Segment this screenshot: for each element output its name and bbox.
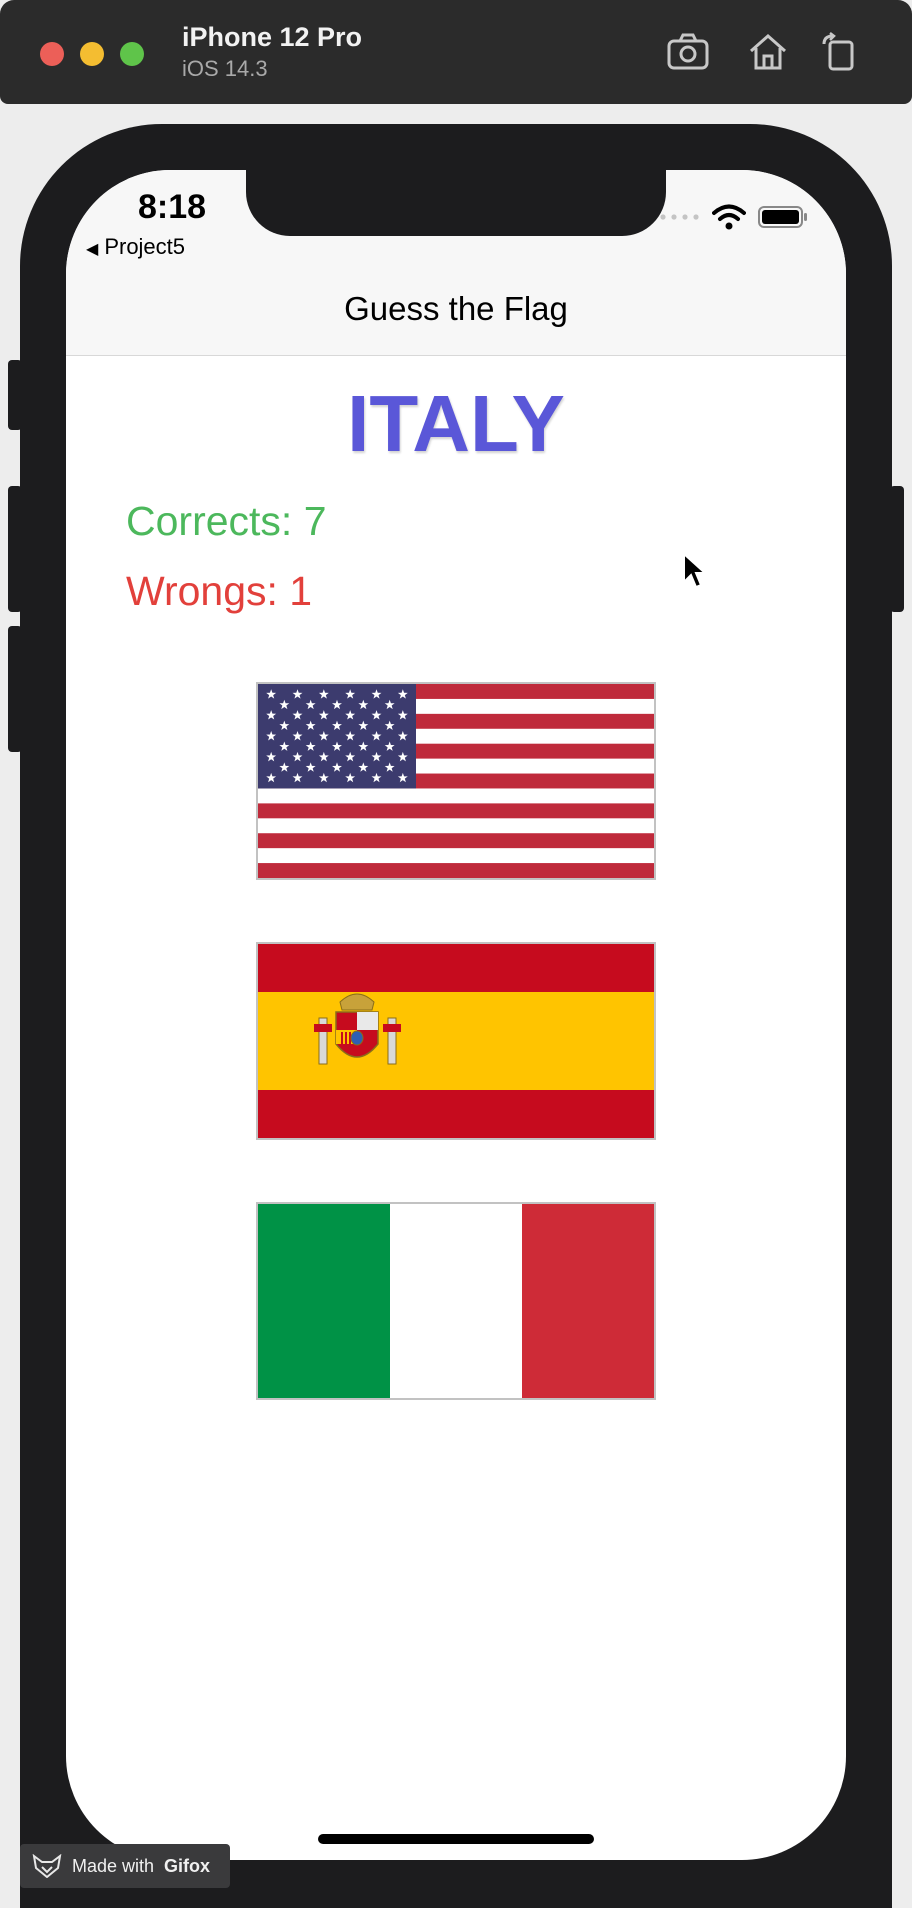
phone-screen: Guess the Flag 8:18 ◀ Project5 ITALY Corr… [66,170,846,1860]
volume-down-button[interactable] [8,626,22,752]
united-states-flag [258,684,654,878]
screenshot-icon[interactable] [666,32,710,72]
fox-logo-icon [32,1854,62,1878]
simulator-title-bar: iPhone 12 Pro iOS 14.3 [0,0,912,104]
target-country-title: ITALY [347,379,565,468]
status-time: 8:18 [138,188,207,226]
wrong-score: Wrongs: 1 [126,568,313,614]
watermark-prefix: Made with [72,1855,155,1876]
zoom-window-button[interactable] [120,42,144,66]
notch [246,170,666,236]
flag-button-1[interactable] [256,682,656,880]
close-window-button[interactable] [40,42,64,66]
spain-flag [258,944,654,1138]
flag-button-3[interactable] [256,1202,656,1400]
home-indicator[interactable] [318,1834,594,1844]
italy-flag [258,1204,654,1398]
volume-up-button[interactable] [8,486,22,612]
minimize-window-button[interactable] [80,42,104,66]
battery-icon [758,206,807,228]
mouse-cursor-icon [683,552,708,589]
wifi-icon [712,204,746,230]
home-icon[interactable] [746,32,790,72]
back-app-label: Project5 [104,234,186,259]
silent-switch[interactable] [8,360,22,430]
status-indicators [660,204,808,230]
gifox-watermark: Made with Gifox [20,1844,230,1888]
side-button[interactable] [890,486,904,612]
cellular-signal-icon [660,214,699,220]
flag-button-2[interactable] [256,942,656,1140]
correct-score: Corrects: 7 [126,498,327,544]
nav-title: Guess the Flag [344,290,568,327]
rotate-icon[interactable] [818,32,862,72]
back-to-app-link[interactable]: ◀ Project5 [86,234,185,260]
back-arrow-icon: ◀ [86,241,99,258]
os-version: iOS 14.3 [182,56,268,81]
device-name: iPhone 12 Pro [182,22,363,52]
watermark-brand: Gifox [164,1855,211,1876]
